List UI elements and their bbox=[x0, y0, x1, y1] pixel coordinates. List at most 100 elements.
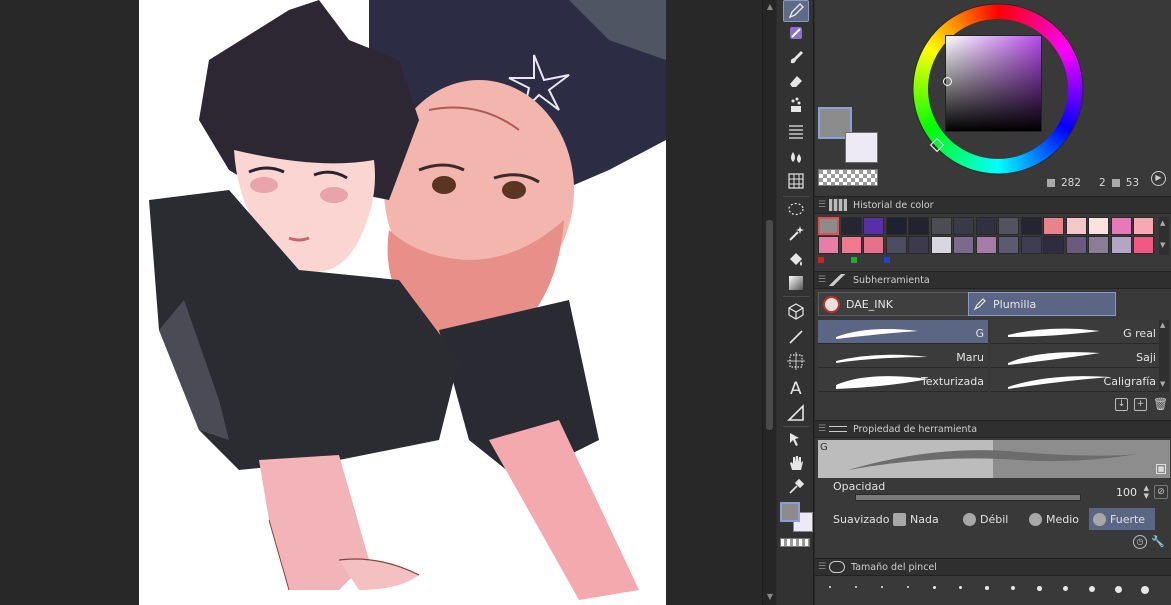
subtool-group-dae-ink[interactable]: DAE_INK bbox=[818, 292, 969, 316]
play-icon[interactable]: ▶ bbox=[1151, 171, 1166, 186]
ruler-tool-icon[interactable] bbox=[783, 402, 809, 424]
smoothing-option[interactable]: Nada bbox=[889, 508, 953, 530]
scroll-down-arrow-icon[interactable]: ▼ bbox=[765, 592, 775, 602]
history-color-swatch[interactable] bbox=[863, 217, 884, 235]
auto-select-wand-icon[interactable] bbox=[783, 222, 809, 244]
brush-item[interactable]: Saji bbox=[990, 344, 1160, 368]
history-color-swatch[interactable] bbox=[863, 236, 884, 254]
history-color-swatch[interactable] bbox=[953, 217, 974, 235]
brush-size-preset[interactable] bbox=[933, 586, 936, 589]
brush-size-preset[interactable] bbox=[1063, 586, 1069, 592]
history-color-swatch[interactable] bbox=[1065, 236, 1087, 254]
sub-color-swatch[interactable] bbox=[845, 132, 878, 163]
pen-tool-icon[interactable] bbox=[783, 0, 809, 22]
gradient-tool-icon[interactable] bbox=[783, 272, 809, 294]
history-color-swatch[interactable] bbox=[975, 217, 997, 235]
blend-tool-icon[interactable] bbox=[783, 146, 809, 168]
brush-size-preset[interactable] bbox=[959, 586, 963, 590]
brush-size-preset[interactable] bbox=[1141, 586, 1149, 594]
color-picker-cursor[interactable] bbox=[943, 77, 952, 86]
brush-size-preset[interactable] bbox=[1089, 586, 1095, 592]
history-color-swatch[interactable] bbox=[998, 217, 1019, 235]
toolbar-main-color[interactable] bbox=[780, 502, 800, 522]
smoothing-option[interactable]: Medio bbox=[1025, 508, 1089, 530]
history-color-swatch[interactable] bbox=[1065, 217, 1087, 235]
history-color-swatch[interactable] bbox=[1110, 236, 1132, 254]
history-color-swatch[interactable] bbox=[885, 236, 907, 254]
history-color-swatch[interactable] bbox=[1020, 217, 1042, 235]
history-color-swatch[interactable] bbox=[908, 236, 929, 254]
history-color-swatch[interactable] bbox=[908, 217, 929, 235]
history-color-swatch[interactable] bbox=[930, 236, 952, 254]
history-color-swatch[interactable] bbox=[1133, 217, 1154, 235]
frame-border-tool-icon[interactable] bbox=[783, 350, 809, 372]
selection-tool-icon[interactable] bbox=[783, 198, 809, 220]
brush-item[interactable]: G real bbox=[990, 320, 1160, 344]
grid-tool-icon[interactable] bbox=[783, 170, 809, 192]
brush-item[interactable]: Caligrafía bbox=[990, 368, 1160, 392]
canvas-vertical-scrollbar[interactable]: ▲ ▼ bbox=[762, 0, 776, 605]
brush-size-preset[interactable] bbox=[1115, 586, 1122, 593]
tool-property-header[interactable]: ☰ Propiedad de herramienta bbox=[815, 420, 1171, 438]
line-figure-tool-icon[interactable] bbox=[783, 326, 809, 348]
history-color-swatch[interactable] bbox=[1133, 236, 1154, 254]
import-icon[interactable]: ↓ bbox=[1115, 398, 1128, 411]
brush-size-preset[interactable] bbox=[855, 586, 857, 588]
brush-size-preset[interactable] bbox=[829, 586, 831, 588]
history-color-swatch[interactable] bbox=[1088, 236, 1109, 254]
history-color-swatch[interactable] bbox=[1110, 217, 1132, 235]
subtool-group-plumilla[interactable]: Plumilla bbox=[968, 292, 1116, 316]
hand-tool-icon[interactable] bbox=[783, 452, 809, 474]
history-color-swatch[interactable] bbox=[1043, 236, 1064, 254]
brush-item[interactable]: Texturizada bbox=[818, 368, 988, 392]
fill-bucket-tool-icon[interactable] bbox=[783, 248, 809, 270]
text-tool-icon[interactable]: A bbox=[783, 376, 809, 398]
subtool-header[interactable]: ☰ Subherramienta bbox=[815, 271, 1171, 289]
color-history-header[interactable]: ☰ Historial de color bbox=[815, 196, 1171, 214]
history-color-swatch[interactable] bbox=[1043, 217, 1064, 235]
smoothing-option[interactable]: Débil bbox=[959, 508, 1023, 530]
history-color-swatch[interactable] bbox=[953, 236, 974, 254]
operation-tool-icon[interactable] bbox=[783, 428, 809, 450]
lock-icon[interactable]: ■ bbox=[1156, 464, 1166, 474]
history-color-swatch[interactable] bbox=[975, 236, 997, 254]
transparent-color-swatch[interactable] bbox=[818, 169, 878, 186]
opacity-slider[interactable] bbox=[855, 494, 1081, 501]
pencil-tool-icon[interactable] bbox=[783, 22, 809, 44]
drawing-canvas[interactable] bbox=[139, 0, 666, 605]
opacity-value[interactable]: 100 bbox=[1116, 486, 1137, 499]
history-color-swatch[interactable] bbox=[998, 236, 1019, 254]
smoothing-option[interactable]: Fuerte bbox=[1089, 508, 1155, 530]
trash-icon[interactable]: 🗑 bbox=[1153, 398, 1168, 411]
history-color-swatch[interactable] bbox=[885, 217, 907, 235]
history-color-swatch[interactable] bbox=[1020, 236, 1042, 254]
brush-tool-icon[interactable] bbox=[783, 46, 809, 68]
history-color-swatch[interactable] bbox=[840, 236, 862, 254]
brush-list-scrollbar[interactable]: ▲ ▼ bbox=[1159, 320, 1169, 392]
saturation-value-square[interactable] bbox=[945, 35, 1042, 132]
history-color-swatch[interactable] bbox=[840, 217, 862, 235]
panel-menu-icon[interactable]: ☰ bbox=[815, 200, 829, 210]
scrollbar-thumb[interactable] bbox=[766, 220, 773, 430]
brush-size-preset[interactable] bbox=[1037, 586, 1042, 591]
eraser-tool-icon[interactable] bbox=[783, 70, 809, 92]
brush-item[interactable]: G bbox=[818, 320, 988, 344]
brush-size-preset[interactable] bbox=[907, 586, 910, 589]
duplicate-icon[interactable]: + bbox=[1134, 398, 1147, 411]
history-color-swatch[interactable] bbox=[930, 217, 952, 235]
brush-item[interactable]: Maru bbox=[818, 344, 988, 368]
wrench-icon[interactable]: 🔧 bbox=[1151, 535, 1165, 549]
decoration-tool-icon[interactable] bbox=[783, 94, 809, 116]
brush-size-header[interactable]: ☰ Tamaño del pincel bbox=[815, 558, 1171, 576]
history-color-swatch[interactable] bbox=[1088, 217, 1109, 235]
opacity-spinner[interactable]: ▲ ▼ bbox=[1144, 484, 1149, 500]
history-color-swatch[interactable] bbox=[818, 217, 839, 235]
history-color-swatch[interactable] bbox=[818, 236, 839, 254]
panel-menu-icon[interactable]: ☰ bbox=[815, 275, 829, 285]
eyedropper-tool-icon[interactable] bbox=[783, 476, 809, 498]
panel-menu-icon[interactable]: ☰ bbox=[815, 562, 829, 572]
opacity-toggle-icon[interactable]: ⊘ bbox=[1154, 485, 1168, 499]
brush-size-preset[interactable] bbox=[985, 586, 989, 590]
brush-size-preset[interactable] bbox=[881, 586, 883, 588]
3d-object-tool-icon[interactable] bbox=[783, 300, 809, 322]
